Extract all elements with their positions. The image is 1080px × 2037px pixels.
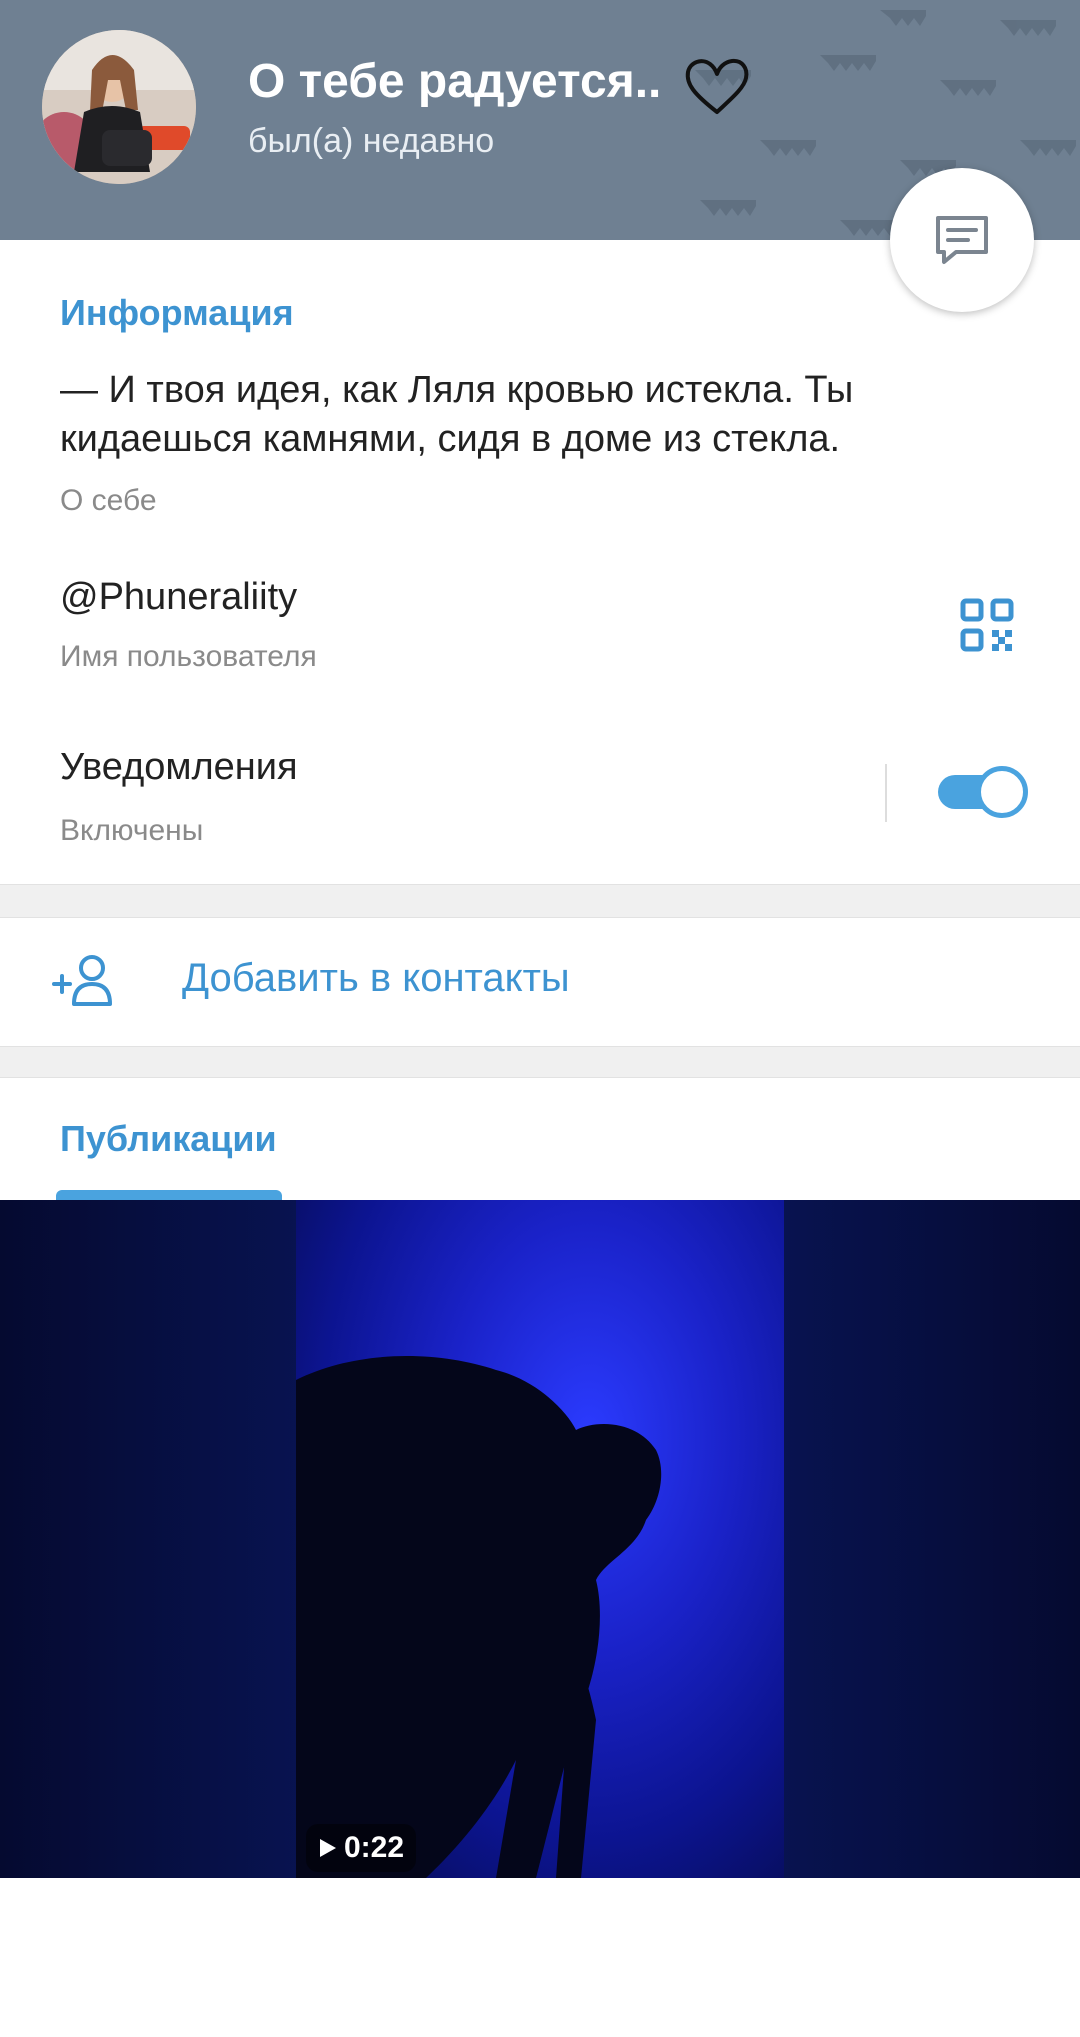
add-contact-button[interactable]: Добавить в контакты xyxy=(182,956,570,1001)
avatar[interactable] xyxy=(42,30,196,184)
divider xyxy=(885,764,887,822)
video-duration-label: 0:22 xyxy=(343,1831,405,1864)
silhouette-image xyxy=(296,1356,662,1878)
publication-video[interactable] xyxy=(0,1200,1080,1878)
bio-text[interactable]: — И твоя идея, как Ляля кровью истекла. … xyxy=(60,366,960,464)
username-value[interactable]: @Phuneraliity xyxy=(60,576,297,619)
toggle-knob xyxy=(976,766,1028,818)
username-label: Имя пользователя xyxy=(60,640,317,673)
add-user-icon xyxy=(52,955,112,1006)
avatar-photo xyxy=(42,30,196,184)
section-divider xyxy=(0,884,1080,918)
tab-publications[interactable]: Публикации xyxy=(60,1118,277,1160)
profile-name: О тебе радуется.. xyxy=(248,55,662,108)
bio-label: О себе xyxy=(60,484,157,517)
tab-indicator xyxy=(56,1190,282,1200)
notifications-status: Включены xyxy=(60,814,204,847)
notifications-toggle[interactable] xyxy=(938,766,1028,818)
qr-code-icon[interactable] xyxy=(960,598,1014,652)
video-thumbnail xyxy=(296,1200,784,1878)
info-section-title: Информация xyxy=(60,292,294,333)
section-divider xyxy=(0,1046,1080,1078)
send-message-button[interactable] xyxy=(890,168,1034,312)
heart-icon xyxy=(685,58,749,114)
notifications-title: Уведомления xyxy=(60,746,298,788)
play-icon xyxy=(319,1839,336,1857)
last-seen-status: был(а) недавно xyxy=(248,122,495,160)
message-icon xyxy=(936,216,988,264)
video-duration: 0:22 xyxy=(306,1824,416,1872)
